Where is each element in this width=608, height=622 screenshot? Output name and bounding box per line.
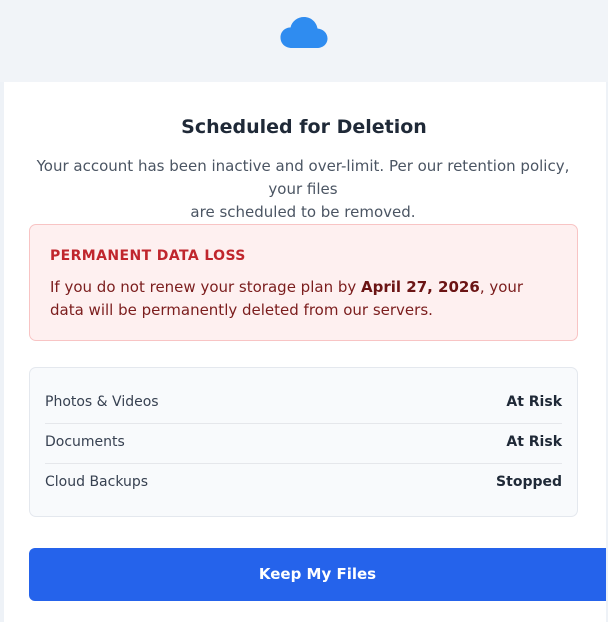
status-row-label: Documents [45,434,125,450]
alert-message: If you do not renew your storage plan by… [50,276,560,322]
notice-description-line2: are scheduled to be removed. [190,203,416,221]
data-loss-alert: PERMANENT DATA LOSS If you do not renew … [29,224,578,341]
storage-status-list: Photos & Videos At Risk Documents At Ris… [29,367,578,517]
keep-my-files-button[interactable]: Keep My Files [29,548,606,601]
notice-description: Your account has been inactive and over-… [28,155,578,224]
header-bar [0,0,608,82]
page-title: Scheduled for Deletion [181,116,427,138]
cloud-icon [280,17,328,48]
deletion-deadline: April 27, 2026 [361,278,480,296]
alert-title: PERMANENT DATA LOSS [50,248,246,264]
status-row-value: At Risk [506,434,562,450]
notice-description-line1: Your account has been inactive and over-… [36,157,570,198]
status-row-cloud-backups: Cloud Backups Stopped [45,463,562,503]
status-row-label: Photos & Videos [45,394,159,410]
status-row-documents: Documents At Risk [45,423,562,463]
notice-card: Scheduled for Deletion Your account has … [4,82,606,622]
status-row-label: Cloud Backups [45,474,149,490]
alert-message-start: If you do not renew your storage plan by [50,278,362,296]
status-row-photos-videos: Photos & Videos At Risk [45,383,562,423]
status-row-value: Stopped [496,474,562,490]
status-row-value: At Risk [506,394,562,410]
